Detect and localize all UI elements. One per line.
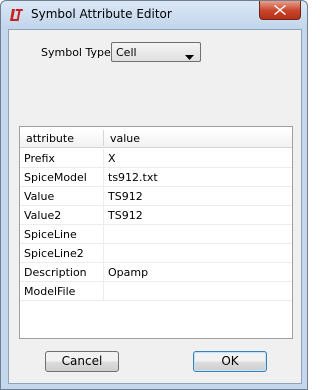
- column-header-attribute[interactable]: attribute: [26, 132, 74, 145]
- value-cell[interactable]: Opamp: [108, 266, 148, 279]
- attribute-cell: ModelFile: [24, 285, 76, 298]
- close-button[interactable]: [259, 1, 301, 20]
- column-divider: [103, 263, 104, 282]
- attribute-cell: Value2: [24, 209, 62, 222]
- ok-button[interactable]: OK: [193, 351, 267, 372]
- symbol-type-label: Symbol Type:: [41, 46, 115, 59]
- column-divider: [103, 187, 104, 206]
- table-row[interactable]: SpiceLine: [20, 225, 292, 244]
- column-header-value[interactable]: value: [110, 132, 140, 145]
- column-divider: [103, 282, 104, 301]
- table-row[interactable]: Prefix X: [20, 149, 292, 168]
- column-divider: [103, 206, 104, 225]
- column-divider: [103, 149, 104, 168]
- attribute-cell: SpiceLine: [24, 228, 77, 241]
- symbol-type-dropdown[interactable]: Cell: [111, 42, 201, 62]
- column-divider: [103, 168, 104, 187]
- attribute-cell: SpiceLine2: [24, 247, 84, 260]
- attribute-table[interactable]: attribute value Prefix X SpiceModel ts91…: [19, 126, 293, 339]
- value-cell[interactable]: TS912: [108, 209, 143, 222]
- attribute-cell: SpiceModel: [24, 171, 87, 184]
- dialog-client-area: Symbol Type: Cell attribute value Prefix…: [8, 29, 302, 384]
- cancel-button[interactable]: Cancel: [45, 351, 119, 372]
- attribute-cell: Value: [24, 190, 55, 203]
- value-cell[interactable]: ts912.txt: [108, 171, 158, 184]
- table-row[interactable]: Value TS912: [20, 187, 292, 206]
- value-cell[interactable]: TS912: [108, 190, 143, 203]
- table-row[interactable]: SpiceModel ts912.txt: [20, 168, 292, 187]
- chevron-down-icon: [185, 50, 194, 63]
- table-row[interactable]: SpiceLine2: [20, 244, 292, 263]
- value-cell[interactable]: X: [108, 152, 116, 165]
- dialog-window: Symbol Attribute Editor Symbol Type: Cel…: [0, 0, 308, 390]
- ltspice-logo-icon: [8, 7, 24, 23]
- symbol-type-value: Cell: [116, 46, 137, 59]
- title-bar[interactable]: Symbol Attribute Editor: [1, 1, 307, 29]
- table-row[interactable]: Description Opamp: [20, 263, 292, 282]
- table-header: attribute value: [20, 129, 292, 148]
- column-divider[interactable]: [103, 130, 104, 146]
- table-row[interactable]: Value2 TS912: [20, 206, 292, 225]
- attribute-cell: Prefix: [24, 152, 55, 165]
- table-row[interactable]: ModelFile: [20, 282, 292, 301]
- column-divider: [103, 225, 104, 244]
- window-title: Symbol Attribute Editor: [31, 7, 172, 21]
- close-icon: [274, 5, 286, 15]
- attribute-cell: Description: [24, 266, 87, 279]
- column-divider: [103, 244, 104, 263]
